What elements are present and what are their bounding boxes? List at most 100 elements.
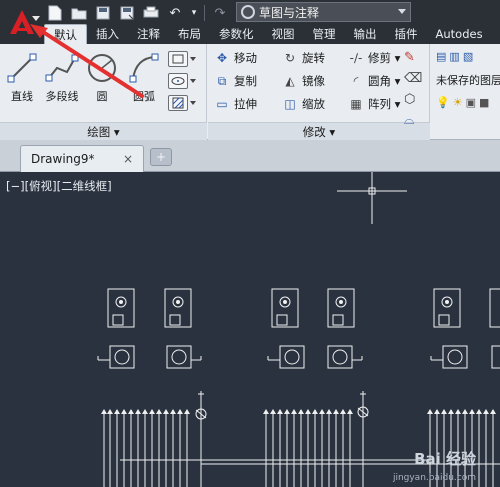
scale-label: 缩放 bbox=[302, 97, 325, 111]
save-as-icon[interactable] bbox=[118, 4, 136, 22]
new-file-icon[interactable] bbox=[46, 4, 64, 22]
scale-button[interactable]: ◫ 缩放 bbox=[282, 94, 348, 114]
arrowheads bbox=[101, 409, 496, 414]
copy-button[interactable]: ⧉ 复制 bbox=[214, 71, 282, 91]
tab-plugins[interactable]: 插件 bbox=[386, 24, 427, 44]
tab-home[interactable]: 默认 bbox=[44, 24, 87, 44]
circle-tool-label: 圆 bbox=[96, 90, 108, 103]
close-icon[interactable]: × bbox=[123, 152, 133, 166]
fillet-icon: ◜ bbox=[353, 74, 359, 88]
chevron-down-icon[interactable] bbox=[190, 79, 196, 83]
polyline-tool-label: 多段线 bbox=[45, 90, 79, 103]
autocad-logo-icon bbox=[10, 10, 34, 34]
tab-parametric[interactable]: 参数化 bbox=[210, 24, 263, 44]
rotate-button[interactable]: ↻ 旋转 bbox=[282, 48, 348, 68]
layer-states-icon[interactable]: ▥ bbox=[449, 50, 459, 63]
undo-icon[interactable]: ↶ bbox=[166, 4, 184, 22]
array-icon: ▦ bbox=[350, 97, 362, 111]
sun-icon[interactable]: ☀ bbox=[453, 96, 463, 109]
circle-tool-button[interactable]: 圆 bbox=[82, 48, 122, 104]
ellipse-tool-button[interactable] bbox=[168, 70, 202, 92]
explode-icon[interactable]: ⬡ bbox=[404, 92, 422, 107]
erase-icon[interactable]: ⌫ bbox=[404, 71, 422, 86]
new-tab-button[interactable]: + bbox=[150, 148, 172, 166]
watermark-url: jingyan.baidu.com bbox=[392, 473, 476, 483]
layer-match-icon[interactable]: ▧ bbox=[463, 50, 473, 63]
layer-toggle-row: 💡 ☀ ▣ ■ bbox=[436, 96, 489, 109]
breaker-symbol-row bbox=[97, 345, 500, 369]
tab-output[interactable]: 输出 bbox=[345, 24, 386, 44]
gear-icon bbox=[241, 5, 255, 19]
tab-manage[interactable]: 管理 bbox=[304, 24, 345, 44]
rectangle-tool-button[interactable] bbox=[168, 48, 202, 70]
move-label: 移动 bbox=[234, 51, 257, 65]
pencil-icon[interactable]: ✎ bbox=[404, 50, 422, 65]
offset-icon[interactable]: ⌓ bbox=[404, 113, 422, 128]
workspace-dropdown[interactable]: 草图与注释 bbox=[236, 2, 411, 22]
tab-annotate[interactable]: 注释 bbox=[128, 24, 169, 44]
tab-autodesk[interactable]: Autodes bbox=[427, 24, 492, 44]
layers-panel: ▤ ▥ ▧ 未保存的图层 💡 ☀ ▣ ■ bbox=[432, 44, 500, 140]
chevron-down-icon bbox=[32, 16, 40, 21]
fillet-label: 圆角 ▾ bbox=[368, 74, 401, 88]
chevron-down-icon[interactable]: ▾ bbox=[190, 4, 198, 22]
hatch-icon bbox=[168, 95, 188, 111]
application-menu-button[interactable] bbox=[0, 0, 44, 44]
toolbar-separator bbox=[204, 5, 205, 21]
stretch-button[interactable]: ▭ 拉伸 bbox=[214, 94, 282, 114]
move-icon: ✥ bbox=[216, 51, 228, 65]
quick-access-toolbar: ↶ ▾ ↷ ▾ bbox=[46, 2, 243, 24]
mirror-label: 镜像 bbox=[302, 74, 325, 88]
circle-icon bbox=[88, 54, 116, 82]
document-tab[interactable]: Drawing9* × bbox=[20, 145, 144, 172]
layer-tools-row: ▤ ▥ ▧ bbox=[436, 50, 473, 63]
draw-small-tools bbox=[168, 48, 202, 114]
stretch-label: 拉伸 bbox=[234, 97, 257, 111]
draw-panel: 直线 多段线 圆 圆弧 绘图 ▾ bbox=[0, 44, 207, 140]
print-icon[interactable] bbox=[142, 4, 160, 22]
copy-icon: ⧉ bbox=[217, 73, 227, 88]
extra-tools-column: ✎ ⌫ ⬡ ⌓ bbox=[404, 50, 422, 128]
modify-panel-title[interactable]: 修改 ▾ bbox=[208, 122, 430, 140]
drawing-geometry bbox=[97, 172, 500, 487]
polyline-icon bbox=[45, 54, 79, 82]
unsaved-layer-state[interactable]: 未保存的图层 bbox=[436, 72, 500, 88]
rotate-label: 旋转 bbox=[302, 51, 325, 65]
modify-panel: ✥ 移动 ↻ 旋转 -∕- 修剪 ▾ ⧉ 复制 ◭ 镜像 ◜ 圆角 ▾ ▭ 拉伸… bbox=[208, 44, 430, 140]
watermark-logo: Bai 经验 bbox=[414, 450, 476, 468]
arc-tool-label: 圆弧 bbox=[133, 90, 155, 103]
scale-icon: ◫ bbox=[284, 97, 296, 111]
line-tool-button[interactable]: 直线 bbox=[2, 48, 42, 104]
device-symbol-row bbox=[107, 288, 500, 328]
redo-icon[interactable]: ↷ bbox=[211, 4, 229, 22]
tab-view[interactable]: 视图 bbox=[263, 24, 304, 44]
chevron-down-icon[interactable] bbox=[190, 101, 196, 105]
chevron-down-icon[interactable] bbox=[190, 57, 196, 61]
save-icon[interactable] bbox=[94, 4, 112, 22]
hatch-tool-button[interactable] bbox=[168, 92, 202, 114]
lock-icon[interactable]: ▣ bbox=[466, 96, 476, 109]
open-file-icon[interactable] bbox=[70, 4, 88, 22]
plus-icon: + bbox=[155, 150, 167, 164]
mirror-icon: ◭ bbox=[285, 74, 295, 88]
trim-label: 修剪 ▾ bbox=[368, 51, 401, 65]
tab-insert[interactable]: 插入 bbox=[87, 24, 128, 44]
move-button[interactable]: ✥ 移动 bbox=[214, 48, 282, 68]
rotate-icon: ↻ bbox=[284, 51, 296, 65]
autocad-window: ↶ ▾ ↷ ▾ 草图与注释 默认 插入 注释 布局 参数化 视图 管理 输出 插… bbox=[0, 0, 500, 487]
title-bar: ↶ ▾ ↷ ▾ 草图与注释 默认 插入 注释 布局 参数化 视图 管理 输出 插… bbox=[0, 0, 500, 44]
drawing-canvas[interactable]: [−][俯视][二维线框] Bai 经验 jingyan.baidu.com bbox=[0, 172, 500, 487]
arc-tool-button[interactable]: 圆弧 bbox=[124, 48, 164, 104]
arc-icon bbox=[129, 53, 159, 83]
polyline-tool-button[interactable]: 多段线 bbox=[42, 48, 82, 104]
workspace-label: 草图与注释 bbox=[259, 5, 320, 20]
copy-label: 复制 bbox=[234, 74, 257, 88]
draw-panel-title[interactable]: 绘图 ▾ bbox=[0, 122, 207, 140]
layer-properties-icon[interactable]: ▤ bbox=[436, 50, 446, 63]
mirror-button[interactable]: ◭ 镜像 bbox=[282, 71, 348, 91]
tab-layout[interactable]: 布局 bbox=[169, 24, 210, 44]
color-swatch-icon[interactable]: ■ bbox=[479, 96, 489, 109]
line-icon bbox=[7, 53, 37, 83]
lightbulb-icon[interactable]: 💡 bbox=[436, 96, 450, 109]
document-tab-title: Drawing9* bbox=[31, 152, 95, 166]
